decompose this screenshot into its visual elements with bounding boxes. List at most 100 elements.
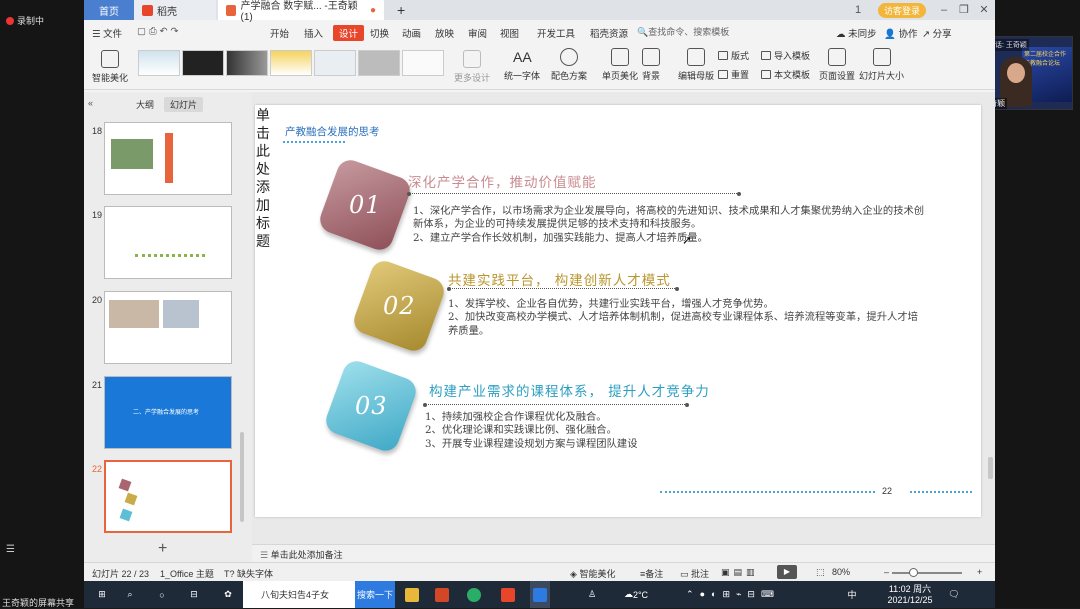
tab-daoke[interactable]: 稻壳 [134,0,216,20]
taskbar-search-input[interactable]: 八旬夫妇告4子女 [243,581,355,608]
collapse-pane-icon[interactable]: « [88,98,93,108]
section-1-title[interactable]: 深化产学合作，推动价值赋能 [408,171,597,191]
fit-window-icon[interactable]: ⬚ [816,567,825,578]
slide-size-button[interactable]: 幻灯片大小 [859,48,904,82]
section-2-title[interactable]: 共建实践平台， 构建创新人才模式 [448,269,671,289]
search-icon[interactable]: ⌕ [120,581,140,608]
single-page-beautify-button[interactable]: 单页美化 [602,48,638,82]
menu-transition[interactable]: 切换 [370,26,389,40]
menu-slideshow[interactable]: 放映 [435,26,454,40]
person-icon[interactable]: ♙ [582,581,602,608]
folder-icon[interactable] [402,581,422,608]
menu-review[interactable]: 审阅 [468,26,487,40]
tab-outline[interactable]: 大纲 [136,98,154,111]
task-view-icon[interactable]: ○ [152,581,172,608]
smart-beautify-status[interactable]: ◈ 智能美化 [570,567,615,580]
notes-area[interactable]: ☰ 单击此处添加备注 [252,544,995,562]
reset-button[interactable]: 重置 [718,68,749,81]
import-template-button[interactable]: 导入模板 [761,49,810,62]
widgets-icon[interactable]: ⊟ [184,581,204,608]
menu-home[interactable]: 开始 [270,26,289,40]
layout-button[interactable]: 版式 [718,49,749,62]
badge-03[interactable]: 03 [322,357,420,455]
ppt-app-icon[interactable] [432,581,452,608]
menu-daoke[interactable]: 稻壳资源 [590,26,628,40]
menu-file[interactable]: ☰ 文件 [92,26,122,40]
unify-font-button[interactable]: AA 统一字体 [504,48,540,82]
design-template-7[interactable] [402,50,444,76]
design-template-2[interactable] [182,50,224,76]
menu-design[interactable]: 设计 [333,25,365,41]
minimize-button[interactable]: – [936,2,952,18]
badge-02[interactable]: 02 [350,257,448,355]
slide-heading[interactable]: 产教融合发展的思考 [285,124,380,139]
menu-animation[interactable]: 动画 [402,26,421,40]
slide-thumbnail-22[interactable] [104,460,232,533]
slide-22[interactable]: 单击此处添加标题 产教融合发展的思考 01 深化产学合作，推动价值赋能 1、深化… [255,105,981,517]
section-3-title[interactable]: 构建产业需求的课程体系， 提升人才竞争力 [429,380,710,400]
meeting-app-icon[interactable] [530,581,550,608]
slide-thumbnail-21[interactable]: 二、产学融合发展的思考 [104,376,232,449]
comment-toggle[interactable]: ▭ 批注 [680,567,709,580]
share-button[interactable]: ↗ 分享 [922,26,952,40]
design-template-5[interactable] [314,50,356,76]
slide-thumbnail-20[interactable] [104,291,232,364]
section-3-body[interactable]: 1、持续加强校企合作课程优化及融合。 2、优化理论课和实践课比例、强化融合。 3… [425,411,845,451]
zoom-out-button[interactable]: – [884,567,889,577]
clock[interactable]: 11:02 周六 2021/12/25 [884,581,936,608]
section-1-body[interactable]: 1、深化产学合作，以市场需求为企业发展导向，将高校的先进知识、技术成果和人才集聚… [413,205,925,245]
slide-thumbnail-19[interactable] [104,206,232,279]
wechat-icon[interactable] [464,581,484,608]
notes-toggle[interactable]: ≡备注 [640,567,663,580]
missing-font-button[interactable]: T? 缺失字体 [224,567,273,580]
start-button[interactable]: ⊞ [92,581,112,608]
canvas-scrollbar[interactable] [988,457,993,479]
title-placeholder[interactable]: 单击此处添加标题 [255,107,271,251]
tab-document[interactable]: 产学融合 数字赋... -王奇颖(1) ● [218,0,384,23]
tab-home[interactable]: 首页 [84,0,134,20]
tab-slides[interactable]: 幻灯片 [164,97,204,112]
add-slide-button[interactable]: + [158,540,167,558]
wps-icon[interactable] [498,581,518,608]
login-button[interactable]: 访客登录 [878,3,927,18]
collab-button[interactable]: 👤 协作 [884,26,917,40]
app-icon[interactable]: ✿ [218,581,238,608]
restore-button[interactable]: ❐ [956,2,972,18]
menu-developer[interactable]: 开发工具 [537,26,575,40]
play-slideshow-button[interactable]: ▶ [777,565,797,579]
page-setup-button[interactable]: 页面设置 [819,48,855,82]
view-mode-buttons[interactable]: ▣▤▥ [721,567,759,578]
text-template-button[interactable]: 本文模板 [761,68,810,81]
weather-widget[interactable]: ☁ 2°C [618,581,654,608]
zoom-in-button[interactable]: + [977,567,982,577]
sync-status[interactable]: ☁ 未同步 [836,26,877,40]
design-template-6[interactable] [358,50,400,76]
theme-name[interactable]: 1_Office 主题 [160,567,214,580]
more-design-button[interactable]: 更多设计 [454,50,490,84]
background-button[interactable]: 背景 [642,48,660,82]
smart-beautify-button[interactable]: 智能美化 [92,50,128,84]
zoom-slider[interactable] [892,572,962,574]
design-template-4[interactable] [270,50,312,76]
menu-view[interactable]: 视图 [500,26,519,40]
command-search[interactable]: 🔍查找命令、搜索模板 [637,25,729,38]
design-template-3[interactable] [226,50,268,76]
zoom-level[interactable]: 80% [832,567,850,577]
new-tab-button[interactable]: + [389,0,409,20]
close-button[interactable]: ✕ [976,2,992,18]
notification-icon[interactable]: 🗨 [944,581,964,608]
slide-thumbnail-18[interactable] [104,122,232,195]
menu-insert[interactable]: 插入 [304,26,323,40]
pane-scrollbar[interactable] [240,432,244,522]
edit-master-button[interactable]: 编辑母版 [678,48,714,82]
taskbar-search-button[interactable]: 搜索一下 [355,581,395,608]
design-template-1[interactable] [138,50,180,76]
menu-icon[interactable]: ☰ [6,544,15,555]
section-2-body[interactable]: 1、发挥学校、企业各自优势，共建行业实践平台，增强人才竞争优势。 2、加快改变高… [448,298,928,338]
quick-access-icons[interactable]: ▢⎙↶↷ [137,26,182,37]
badge-01[interactable]: 01 [316,156,414,254]
tray-icons[interactable]: ⌃●◐⊞⌁⊟⌨ [668,581,798,608]
ime-indicator[interactable]: 中 [844,581,860,608]
zoom-slider-knob[interactable] [909,568,918,577]
color-scheme-button[interactable]: 配色方案 [551,48,587,82]
